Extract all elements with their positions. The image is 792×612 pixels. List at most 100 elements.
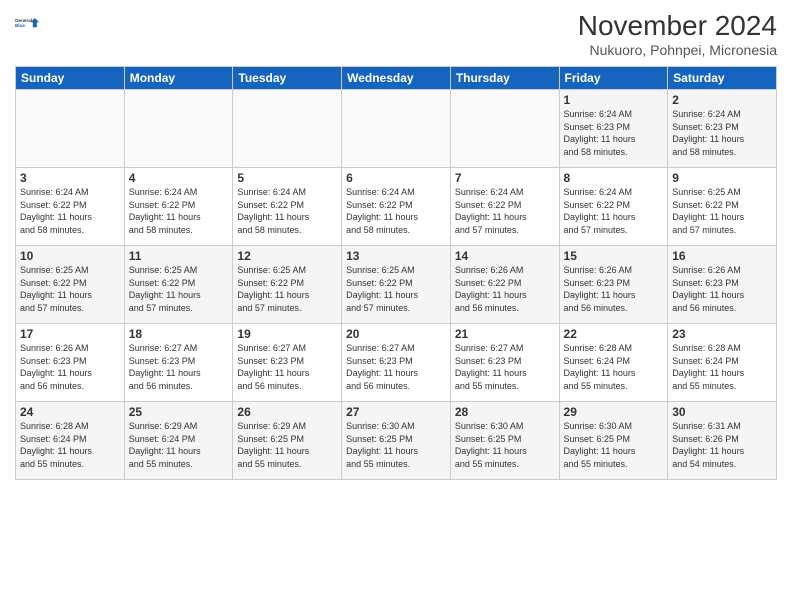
- calendar-cell: 7Sunrise: 6:24 AM Sunset: 6:22 PM Daylig…: [450, 168, 559, 246]
- header-sunday: Sunday: [16, 67, 125, 90]
- day-info: Sunrise: 6:29 AM Sunset: 6:25 PM Dayligh…: [237, 420, 337, 470]
- day-info: Sunrise: 6:27 AM Sunset: 6:23 PM Dayligh…: [455, 342, 555, 392]
- day-number: 30: [672, 405, 772, 419]
- day-info: Sunrise: 6:29 AM Sunset: 6:24 PM Dayligh…: [129, 420, 229, 470]
- day-info: Sunrise: 6:27 AM Sunset: 6:23 PM Dayligh…: [237, 342, 337, 392]
- day-number: 23: [672, 327, 772, 341]
- calendar-cell: 10Sunrise: 6:25 AM Sunset: 6:22 PM Dayli…: [16, 246, 125, 324]
- calendar-cell: 21Sunrise: 6:27 AM Sunset: 6:23 PM Dayli…: [450, 324, 559, 402]
- week-row-2: 3Sunrise: 6:24 AM Sunset: 6:22 PM Daylig…: [16, 168, 777, 246]
- day-number: 14: [455, 249, 555, 263]
- day-number: 12: [237, 249, 337, 263]
- day-number: 28: [455, 405, 555, 419]
- day-info: Sunrise: 6:31 AM Sunset: 6:26 PM Dayligh…: [672, 420, 772, 470]
- day-number: 21: [455, 327, 555, 341]
- calendar-cell: 18Sunrise: 6:27 AM Sunset: 6:23 PM Dayli…: [124, 324, 233, 402]
- header-wednesday: Wednesday: [342, 67, 451, 90]
- day-info: Sunrise: 6:28 AM Sunset: 6:24 PM Dayligh…: [672, 342, 772, 392]
- day-number: 18: [129, 327, 229, 341]
- location-title: Nukuoro, Pohnpei, Micronesia: [578, 42, 777, 58]
- day-number: 5: [237, 171, 337, 185]
- week-row-3: 10Sunrise: 6:25 AM Sunset: 6:22 PM Dayli…: [16, 246, 777, 324]
- calendar-cell: 3Sunrise: 6:24 AM Sunset: 6:22 PM Daylig…: [16, 168, 125, 246]
- day-info: Sunrise: 6:24 AM Sunset: 6:22 PM Dayligh…: [455, 186, 555, 236]
- week-row-1: 1Sunrise: 6:24 AM Sunset: 6:23 PM Daylig…: [16, 90, 777, 168]
- header-friday: Friday: [559, 67, 668, 90]
- header-tuesday: Tuesday: [233, 67, 342, 90]
- day-number: 22: [564, 327, 664, 341]
- calendar-page: GeneralBlue November 2024 Nukuoro, Pohnp…: [0, 0, 792, 612]
- day-number: 11: [129, 249, 229, 263]
- calendar-cell: [450, 90, 559, 168]
- calendar-cell: 20Sunrise: 6:27 AM Sunset: 6:23 PM Dayli…: [342, 324, 451, 402]
- calendar-cell: 27Sunrise: 6:30 AM Sunset: 6:25 PM Dayli…: [342, 402, 451, 480]
- day-info: Sunrise: 6:25 AM Sunset: 6:22 PM Dayligh…: [672, 186, 772, 236]
- calendar-cell: 4Sunrise: 6:24 AM Sunset: 6:22 PM Daylig…: [124, 168, 233, 246]
- month-title: November 2024: [578, 10, 777, 42]
- day-number: 15: [564, 249, 664, 263]
- calendar-cell: 24Sunrise: 6:28 AM Sunset: 6:24 PM Dayli…: [16, 402, 125, 480]
- calendar-cell: 6Sunrise: 6:24 AM Sunset: 6:22 PM Daylig…: [342, 168, 451, 246]
- calendar-cell: 25Sunrise: 6:29 AM Sunset: 6:24 PM Dayli…: [124, 402, 233, 480]
- day-number: 26: [237, 405, 337, 419]
- day-number: 29: [564, 405, 664, 419]
- day-info: Sunrise: 6:24 AM Sunset: 6:22 PM Dayligh…: [346, 186, 446, 236]
- day-number: 24: [20, 405, 120, 419]
- day-number: 2: [672, 93, 772, 107]
- day-number: 19: [237, 327, 337, 341]
- calendar-cell: [342, 90, 451, 168]
- header-monday: Monday: [124, 67, 233, 90]
- calendar-cell: 13Sunrise: 6:25 AM Sunset: 6:22 PM Dayli…: [342, 246, 451, 324]
- logo-icon: GeneralBlue: [15, 10, 43, 38]
- svg-text:General: General: [15, 18, 32, 23]
- calendar-cell: 12Sunrise: 6:25 AM Sunset: 6:22 PM Dayli…: [233, 246, 342, 324]
- week-row-5: 24Sunrise: 6:28 AM Sunset: 6:24 PM Dayli…: [16, 402, 777, 480]
- day-info: Sunrise: 6:24 AM Sunset: 6:22 PM Dayligh…: [237, 186, 337, 236]
- calendar-cell: 19Sunrise: 6:27 AM Sunset: 6:23 PM Dayli…: [233, 324, 342, 402]
- calendar-cell: 23Sunrise: 6:28 AM Sunset: 6:24 PM Dayli…: [668, 324, 777, 402]
- calendar-cell: 2Sunrise: 6:24 AM Sunset: 6:23 PM Daylig…: [668, 90, 777, 168]
- calendar-cell: 30Sunrise: 6:31 AM Sunset: 6:26 PM Dayli…: [668, 402, 777, 480]
- calendar-cell: 8Sunrise: 6:24 AM Sunset: 6:22 PM Daylig…: [559, 168, 668, 246]
- calendar-cell: 29Sunrise: 6:30 AM Sunset: 6:25 PM Dayli…: [559, 402, 668, 480]
- title-area: November 2024 Nukuoro, Pohnpei, Micrones…: [578, 10, 777, 58]
- day-info: Sunrise: 6:27 AM Sunset: 6:23 PM Dayligh…: [346, 342, 446, 392]
- day-info: Sunrise: 6:26 AM Sunset: 6:23 PM Dayligh…: [672, 264, 772, 314]
- day-info: Sunrise: 6:25 AM Sunset: 6:22 PM Dayligh…: [346, 264, 446, 314]
- calendar-cell: 9Sunrise: 6:25 AM Sunset: 6:22 PM Daylig…: [668, 168, 777, 246]
- header: GeneralBlue November 2024 Nukuoro, Pohnp…: [15, 10, 777, 58]
- day-number: 9: [672, 171, 772, 185]
- calendar-cell: 22Sunrise: 6:28 AM Sunset: 6:24 PM Dayli…: [559, 324, 668, 402]
- day-info: Sunrise: 6:27 AM Sunset: 6:23 PM Dayligh…: [129, 342, 229, 392]
- calendar-cell: 28Sunrise: 6:30 AM Sunset: 6:25 PM Dayli…: [450, 402, 559, 480]
- calendar-cell: 17Sunrise: 6:26 AM Sunset: 6:23 PM Dayli…: [16, 324, 125, 402]
- day-info: Sunrise: 6:26 AM Sunset: 6:22 PM Dayligh…: [455, 264, 555, 314]
- day-number: 10: [20, 249, 120, 263]
- day-info: Sunrise: 6:24 AM Sunset: 6:22 PM Dayligh…: [20, 186, 120, 236]
- day-info: Sunrise: 6:28 AM Sunset: 6:24 PM Dayligh…: [20, 420, 120, 470]
- svg-text:Blue: Blue: [15, 23, 25, 28]
- day-info: Sunrise: 6:26 AM Sunset: 6:23 PM Dayligh…: [564, 264, 664, 314]
- day-info: Sunrise: 6:30 AM Sunset: 6:25 PM Dayligh…: [346, 420, 446, 470]
- day-number: 16: [672, 249, 772, 263]
- header-thursday: Thursday: [450, 67, 559, 90]
- calendar-cell: 15Sunrise: 6:26 AM Sunset: 6:23 PM Dayli…: [559, 246, 668, 324]
- day-info: Sunrise: 6:30 AM Sunset: 6:25 PM Dayligh…: [455, 420, 555, 470]
- day-number: 27: [346, 405, 446, 419]
- day-info: Sunrise: 6:30 AM Sunset: 6:25 PM Dayligh…: [564, 420, 664, 470]
- day-number: 3: [20, 171, 120, 185]
- day-number: 7: [455, 171, 555, 185]
- calendar-cell: 11Sunrise: 6:25 AM Sunset: 6:22 PM Dayli…: [124, 246, 233, 324]
- calendar-cell: 14Sunrise: 6:26 AM Sunset: 6:22 PM Dayli…: [450, 246, 559, 324]
- day-info: Sunrise: 6:25 AM Sunset: 6:22 PM Dayligh…: [237, 264, 337, 314]
- calendar-cell: 16Sunrise: 6:26 AM Sunset: 6:23 PM Dayli…: [668, 246, 777, 324]
- day-number: 6: [346, 171, 446, 185]
- day-info: Sunrise: 6:24 AM Sunset: 6:22 PM Dayligh…: [129, 186, 229, 236]
- calendar-cell: 1Sunrise: 6:24 AM Sunset: 6:23 PM Daylig…: [559, 90, 668, 168]
- day-info: Sunrise: 6:25 AM Sunset: 6:22 PM Dayligh…: [20, 264, 120, 314]
- day-header-row: Sunday Monday Tuesday Wednesday Thursday…: [16, 67, 777, 90]
- day-info: Sunrise: 6:24 AM Sunset: 6:22 PM Dayligh…: [564, 186, 664, 236]
- calendar-table: Sunday Monday Tuesday Wednesday Thursday…: [15, 66, 777, 480]
- calendar-cell: [233, 90, 342, 168]
- calendar-cell: [16, 90, 125, 168]
